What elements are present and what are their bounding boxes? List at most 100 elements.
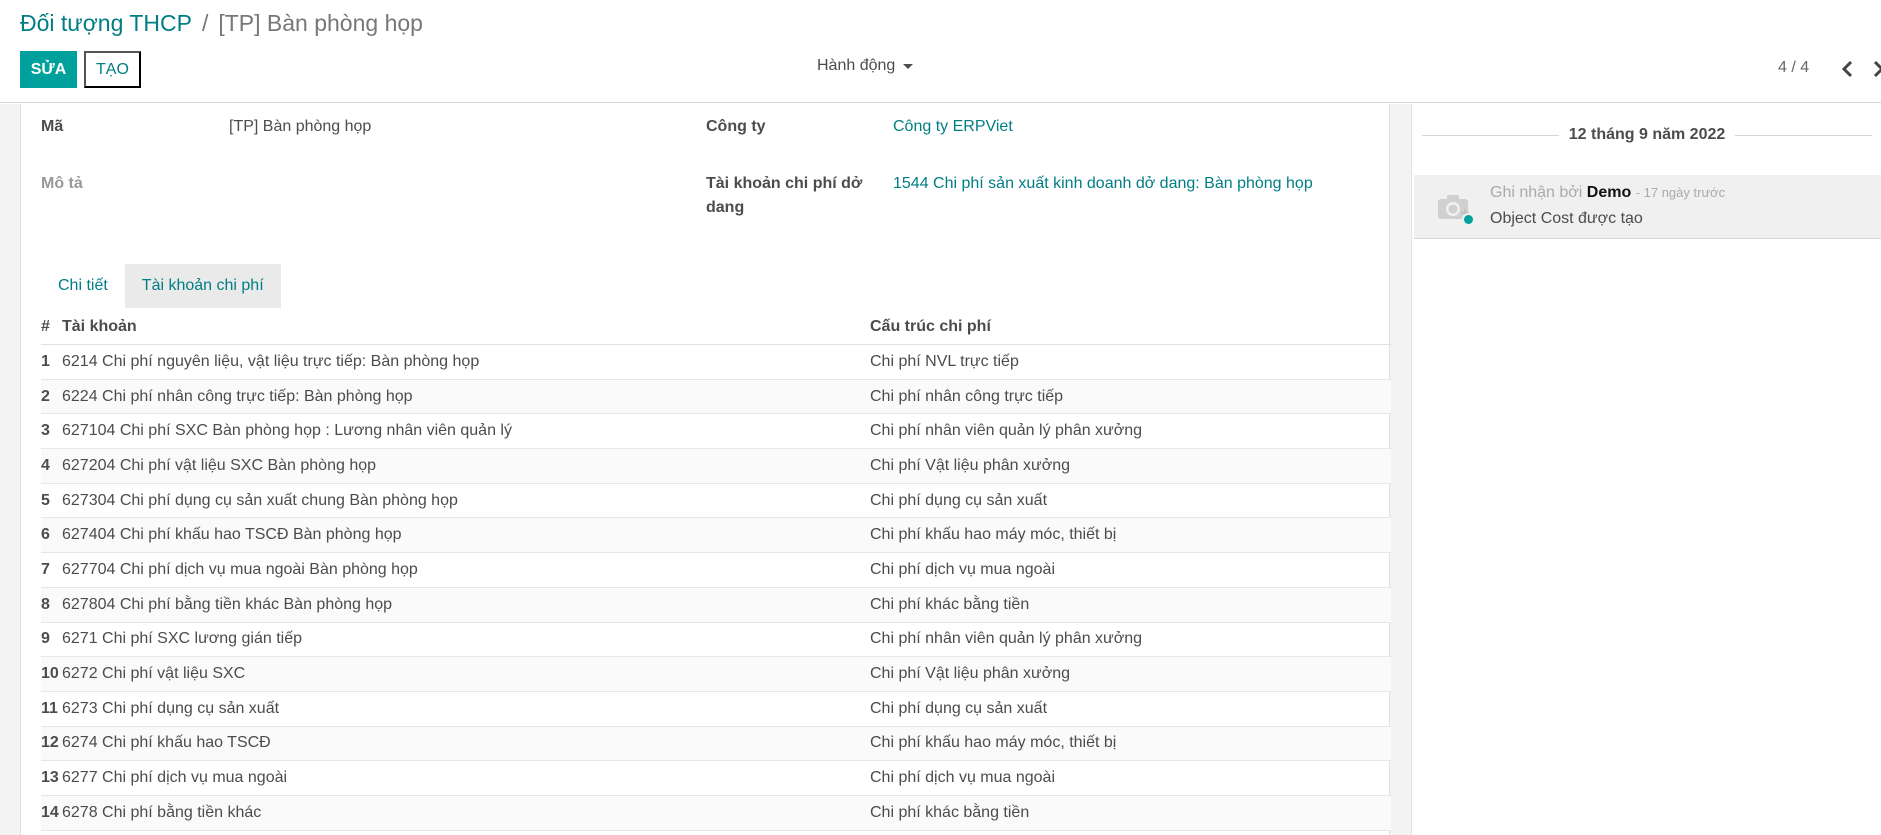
row-account: 627804 Chi phí bằng tiền khác Bàn phòng … <box>62 595 393 613</box>
row-number: 10 <box>41 665 59 683</box>
code-label: Mã <box>41 118 64 135</box>
chevron-left-icon[interactable] <box>1838 57 1858 81</box>
table-row[interactable]: 10 6272 Chi phí vật liệu SXC Chi phí Vật l… <box>41 657 1391 692</box>
row-account: 627404 Chi phí khấu hao TSCĐ Bàn phòng h… <box>62 526 402 544</box>
chatter-message[interactable]: Ghi nhận bởi Demo - 17 ngày trước Object… <box>1414 175 1881 239</box>
row-cost-structure: Chi phí Vật liệu phân xưởng <box>870 665 1070 683</box>
table-row[interactable]: 1 6214 Chi phí nguyên liệu, vật liệu trực… <box>41 345 1391 380</box>
edit-button[interactable]: SỬA <box>20 51 77 88</box>
header-account[interactable]: Tài khoản <box>62 318 870 336</box>
wip-account-label-line2: dang <box>706 199 745 216</box>
caret-down-icon <box>903 63 914 69</box>
header-cost-structure[interactable]: Cấu trúc chi phí <box>870 318 1391 336</box>
row-account: 6214 Chi phí nguyên liệu, vật liệu trực … <box>62 352 480 370</box>
message-body: Object Cost được tạo <box>1490 210 1643 227</box>
table-row[interactable]: 6 627404 Chi phí khấu hao TSCĐ Bàn phòng … <box>41 518 1391 554</box>
table-row[interactable]: 4 627204 Chi phí vật liệu SXC Bàn phòng h… <box>41 449 1391 484</box>
row-cost-structure: Chi phí Vật liệu phân xưởng <box>870 456 1070 474</box>
form-sheet: Mã [TP] Bàn phòng họp Công ty Công ty ER… <box>20 104 1391 835</box>
wip-account-link[interactable]: 1544 Chi phí sản xuất kinh doanh dở dang… <box>893 172 1313 196</box>
row-number: 6 <box>41 526 50 544</box>
row-account: 627704 Chi phí dịch vụ mua ngoài Bàn phò… <box>62 560 418 578</box>
wip-account-label: Tài khoản chi phí dở dang <box>706 172 862 220</box>
row-cost-structure: Chi phí nhân công trực tiếp <box>870 387 1064 405</box>
table-row[interactable]: 9 6271 Chi phí SXC lương gián tiếp Chi phí… <box>41 623 1391 658</box>
message-header: Ghi nhận bởi Demo - 17 ngày trước <box>1490 184 1725 202</box>
company-link[interactable]: Công ty ERPViet <box>893 115 1013 139</box>
row-cost-structure: Chi phí nhân viên quản lý phân xưởng <box>870 630 1143 648</box>
table-row[interactable]: 14 6278 Chi phí bằng tiền khác Chi phí khá… <box>41 795 1391 831</box>
row-account: 6272 Chi phí vật liệu SXC <box>62 665 246 683</box>
row-number: 14 <box>41 803 59 821</box>
cost-accounts-table: # Tài khoản Cấu trúc chi phí 1 6214 Chi p… <box>41 309 1391 831</box>
row-number: 12 <box>41 734 59 752</box>
row-number: 5 <box>41 491 50 509</box>
table-row[interactable]: 2 6224 Chi phí nhân công trực tiếp: Bàn p… <box>41 379 1391 415</box>
row-number: 4 <box>41 456 50 474</box>
table-header: # Tài khoản Cấu trúc chi phí <box>41 309 1391 345</box>
tab-cost-accounts[interactable]: Tài khoản chi phí <box>124 264 281 308</box>
row-cost-structure: Chi phí khác bằng tiền <box>870 803 1030 821</box>
row-number: 2 <box>41 387 50 405</box>
row-account: 627104 Chi phí SXC Bàn phòng họp : Lương… <box>62 422 512 440</box>
action-dropdown[interactable]: Hành động <box>817 57 914 75</box>
table-body: 1 6214 Chi phí nguyên liệu, vật liệu trực… <box>41 345 1391 831</box>
row-number: 9 <box>41 630 50 648</box>
control-panel: Đối tượng THCP / [TP] Bàn phòng họp SỬA … <box>0 0 1881 103</box>
chatter: 12 tháng 9 năm 2022 Ghi nhận bởi Demo - … <box>1411 104 1881 835</box>
row-cost-structure: Chi phí khấu hao máy móc, thiết bị <box>870 734 1117 752</box>
chevron-right-icon[interactable] <box>1868 57 1881 81</box>
row-cost-structure: Chi phí dịch vụ mua ngoài <box>870 769 1055 787</box>
date-separator-text: 12 tháng 9 năm 2022 <box>1568 126 1726 143</box>
message-author[interactable]: Demo <box>1587 184 1631 201</box>
row-cost-structure: Chi phí khác bằng tiền <box>870 595 1030 613</box>
action-dropdown-label: Hành động <box>817 57 896 74</box>
message-prefix: Ghi nhận bởi <box>1490 184 1583 201</box>
row-number: 3 <box>41 422 50 440</box>
row-cost-structure: Chi phí NVL trực tiếp <box>870 352 1019 370</box>
row-number: 8 <box>41 595 50 613</box>
row-cost-structure: Chi phí khấu hao máy móc, thiết bị <box>870 526 1117 544</box>
table-row[interactable]: 13 6277 Chi phí dịch vụ mua ngoài Chi phí … <box>41 761 1391 796</box>
wip-account-label-line1: Tài khoản chi phí dở <box>706 175 863 192</box>
row-account: 627204 Chi phí vật liệu SXC Bàn phòng họ… <box>62 456 377 474</box>
row-account: 6273 Chi phí dụng cụ sản xuất <box>62 699 280 717</box>
row-account: 6271 Chi phí SXC lương gián tiếp <box>62 630 303 648</box>
pager-value[interactable]: 4 / 4 <box>1778 59 1809 77</box>
table-row[interactable]: 3 627104 Chi phí SXC Bàn phòng họp : Lươn… <box>41 414 1391 450</box>
table-row[interactable]: 8 627804 Chi phí bằng tiền khác Bàn phòng… <box>41 587 1391 623</box>
row-cost-structure: Chi phí nhân viên quản lý phân xưởng <box>870 422 1143 440</box>
row-cost-structure: Chi phí dịch vụ mua ngoài <box>870 560 1055 578</box>
row-account: 6278 Chi phí bằng tiền khác <box>62 803 262 821</box>
separator-line <box>1735 134 1873 136</box>
code-value: [TP] Bàn phòng họp <box>229 118 372 135</box>
tab-details[interactable]: Chi tiết <box>41 264 125 308</box>
company-label: Công ty <box>706 118 766 135</box>
row-cost-structure: Chi phí dụng cụ sản xuất <box>870 699 1048 717</box>
separator-line <box>1422 134 1559 136</box>
row-number: 13 <box>41 769 59 787</box>
breadcrumb-separator: / <box>201 10 209 36</box>
row-account: 6224 Chi phí nhân công trực tiếp: Bàn ph… <box>62 387 413 405</box>
breadcrumb-parent-link[interactable]: Đối tượng THCP <box>20 10 192 37</box>
table-row[interactable]: 12 6274 Chi phí khấu hao TSCĐ Chi phí khấu… <box>41 726 1391 762</box>
header-num: # <box>41 317 50 335</box>
breadcrumb: Đối tượng THCP / [TP] Bàn phòng họp <box>20 10 423 37</box>
table-row[interactable]: 7 627704 Chi phí dịch vụ mua ngoài Bàn ph… <box>41 553 1391 588</box>
notebook-tabs: Chi tiết Tài khoản chi phí <box>41 264 281 308</box>
date-separator: 12 tháng 9 năm 2022 <box>1412 126 1881 144</box>
breadcrumb-current: [TP] Bàn phòng họp <box>218 10 423 36</box>
row-account: 6277 Chi phí dịch vụ mua ngoài <box>62 769 288 787</box>
row-number: 7 <box>41 560 50 578</box>
online-status-dot <box>1462 213 1475 226</box>
row-cost-structure: Chi phí dụng cụ sản xuất <box>870 491 1048 509</box>
create-button[interactable]: TẠO <box>84 51 141 88</box>
table-row[interactable]: 11 6273 Chi phí dụng cụ sản xuất Chi phí d… <box>41 692 1391 727</box>
row-account: 6274 Chi phí khấu hao TSCĐ <box>62 734 271 752</box>
row-number: 11 <box>41 699 58 717</box>
table-row[interactable]: 5 627304 Chi phí dụng cụ sản xuất chung B… <box>41 484 1391 519</box>
description-label: Mô tả <box>41 175 83 192</box>
message-time: - 17 ngày trước <box>1635 185 1726 200</box>
row-number: 1 <box>41 352 50 370</box>
row-account: 627304 Chi phí dụng cụ sản xuất chung Bà… <box>62 491 458 509</box>
